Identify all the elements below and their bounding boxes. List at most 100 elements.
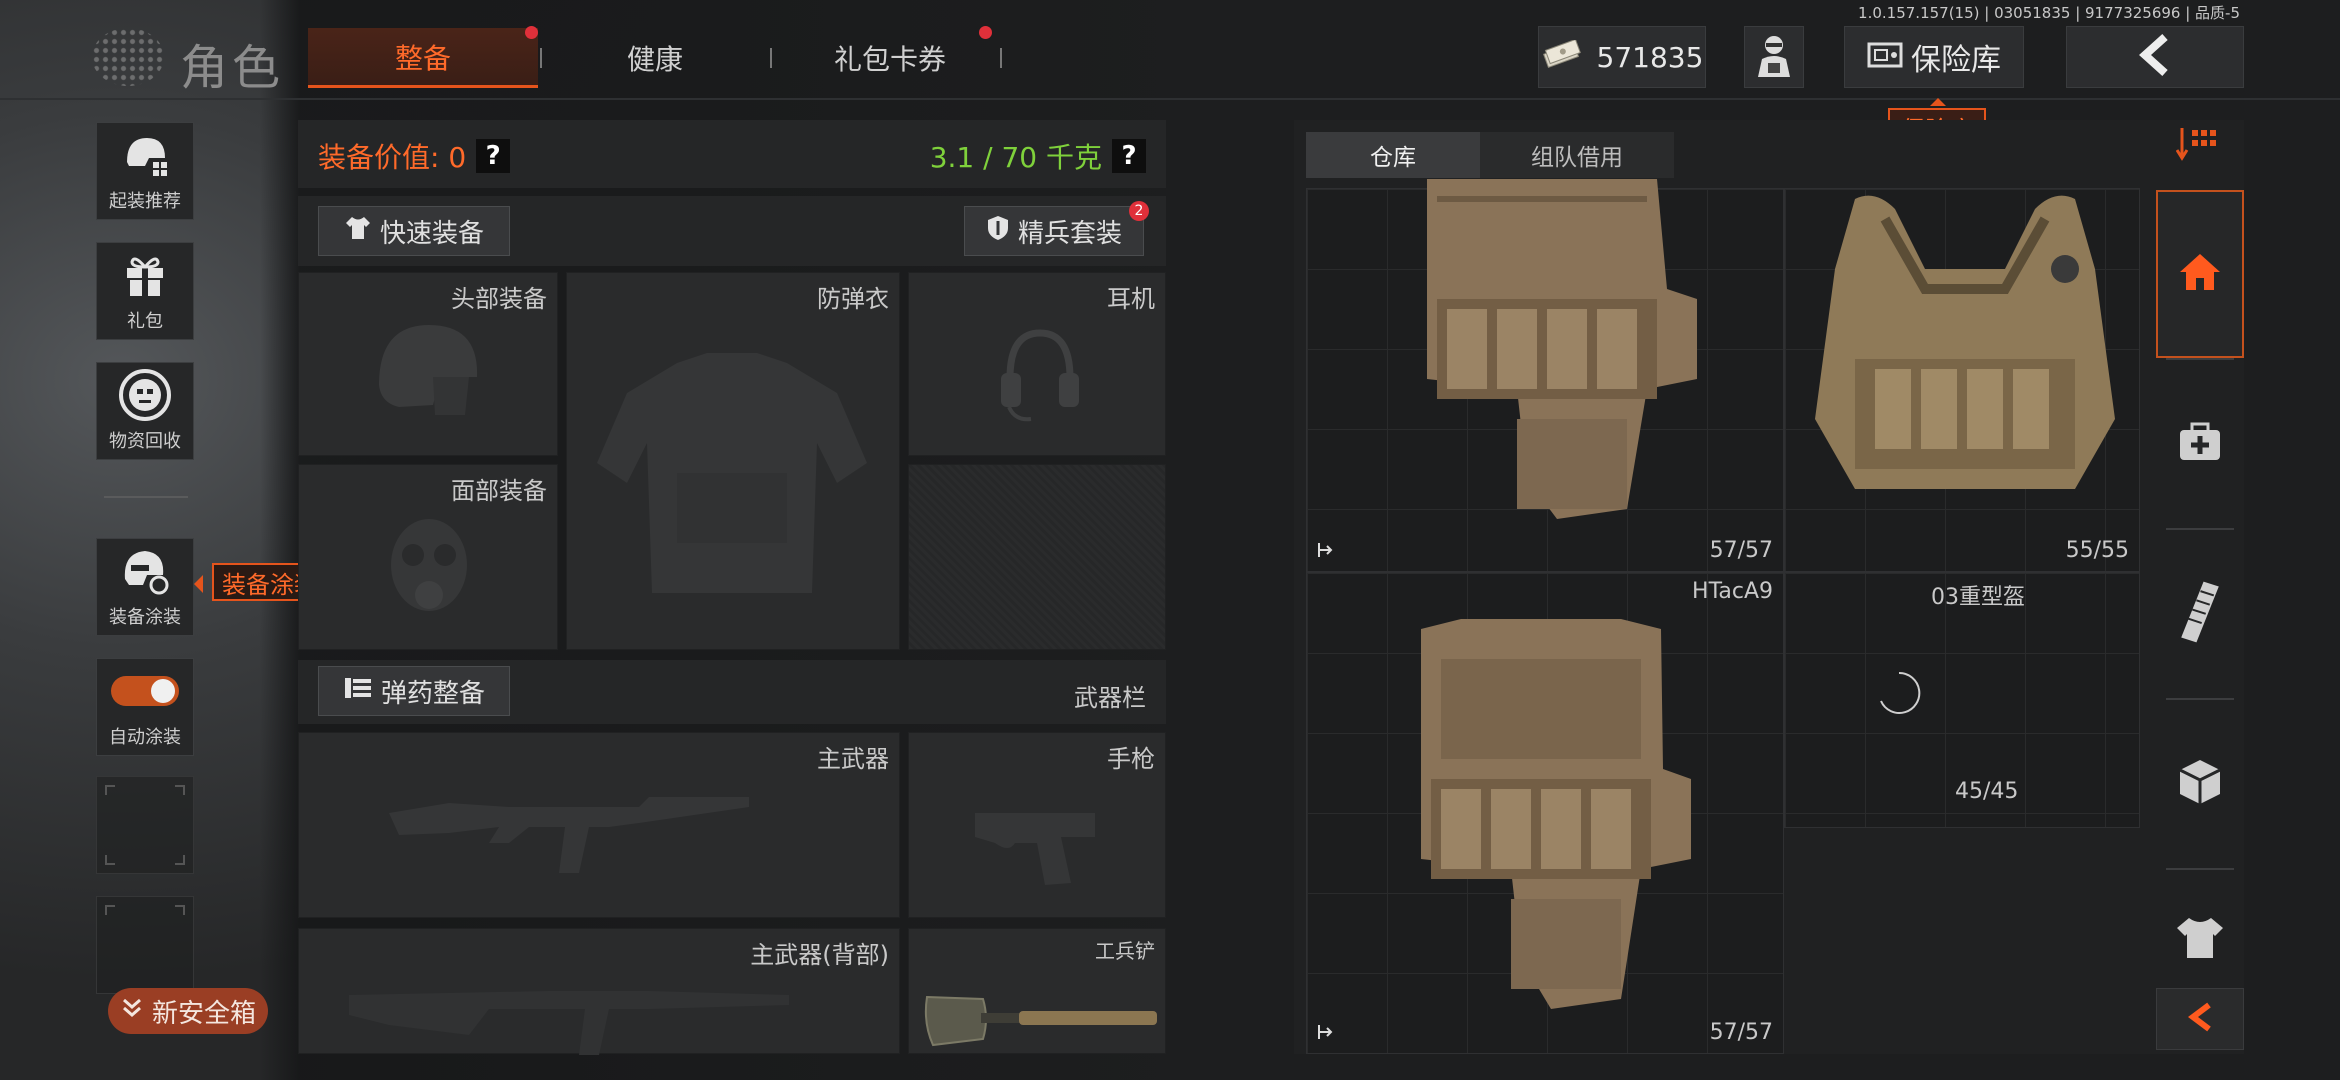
slot-label: 手枪 — [1107, 745, 1155, 773]
sidebar-item-recycle[interactable]: 物资回收 — [96, 362, 194, 460]
item-durability: 45/45 — [1955, 779, 2019, 804]
shield-icon — [986, 214, 1010, 249]
elite-kit-label: 精兵套装 — [1017, 218, 1122, 249]
equip-arrow-icon — [1317, 1023, 1335, 1045]
sidebar-item-gift[interactable]: 礼包 — [96, 242, 194, 340]
sidebar-item-label: 自动涂装 — [109, 727, 181, 748]
weight-display: 3.1 / 70 千克 ? — [930, 136, 1146, 176]
face-gear-slot[interactable]: 面部装备 — [298, 464, 558, 650]
sidebar-item-label: 礼包 — [127, 311, 163, 332]
sort-button[interactable] — [2156, 124, 2244, 168]
currency-amount: 571835 — [1596, 40, 1704, 74]
tab-team-borrow[interactable]: 组队借用 — [1480, 132, 1674, 178]
back-weapon-slot[interactable]: 主武器(背部) — [298, 928, 900, 1055]
tab-label: 仓库 — [1370, 145, 1416, 171]
storage-item[interactable]: 03重型盔 45/45 — [1784, 572, 2140, 828]
equipment-value-label: 装备价值: 0 — [318, 141, 467, 174]
pistol-silhouette-icon — [975, 793, 1105, 897]
back-arrow-icon — [2135, 33, 2175, 81]
armor-silhouette-icon — [597, 353, 867, 607]
smg-silhouette-icon — [349, 985, 809, 1059]
sidebar-empty-slot — [96, 896, 194, 994]
category-supplies[interactable] — [2156, 700, 2244, 868]
slot-label: 主武器 — [817, 745, 889, 773]
category-clothing[interactable] — [2156, 900, 2244, 980]
head-gear-slot[interactable]: 头部装备 — [298, 272, 558, 456]
gasmask-silhouette-icon — [379, 515, 479, 629]
sidebar-item-label: 起装推荐 — [109, 191, 181, 212]
tab-gift-coupons[interactable]: 礼包卡券 — [790, 26, 992, 88]
tshirt-icon — [344, 215, 372, 248]
character-logo-icon — [92, 28, 164, 86]
storage-item[interactable]: HTacA9 57/57 — [1306, 572, 1784, 1054]
chevron-left-icon — [2185, 1001, 2215, 1037]
quick-equip-button[interactable]: 快速装备 — [318, 206, 510, 256]
tshirt-icon — [2175, 916, 2225, 964]
collapse-button[interactable] — [2156, 988, 2244, 1050]
tab-equipment[interactable]: 整备 — [308, 26, 538, 88]
page-title: 角色 — [180, 40, 285, 96]
value-help-icon[interactable]: ? — [476, 139, 511, 173]
body-armor-slot[interactable]: 防弹衣 — [566, 272, 900, 650]
tab-label: 礼包卡券 — [833, 43, 946, 76]
plate-carrier-image — [1407, 179, 1697, 523]
version-text: 1.0.157.157(15) | 03051835 | 9177325696 … — [1858, 4, 2240, 22]
sidebar-item-auto-skin[interactable]: 自动涂装 — [96, 658, 194, 756]
slot-label: 工兵铲 — [1095, 939, 1155, 963]
weapon-bar-label: 武器栏 — [1074, 684, 1146, 712]
currency-display[interactable]: 571835 — [1538, 26, 1706, 88]
gift-icon — [122, 243, 168, 307]
tab-label: 整备 — [394, 41, 451, 75]
slot-label: 头部装备 — [451, 285, 547, 313]
helmet-silhouette-icon — [369, 315, 489, 429]
shovel-slot[interactable]: 工兵铲 — [908, 928, 1166, 1054]
item-durability: 57/57 — [1709, 538, 1773, 563]
elite-kit-badge: 2 — [1129, 201, 1149, 221]
pistol-slot[interactable]: 手枪 — [908, 732, 1166, 918]
vault-label: 保险库 — [1911, 43, 2001, 78]
tab-separator — [1000, 48, 1002, 68]
loadout-info-bar: 装备价值: 0 ? 3.1 / 70 千克 ? — [298, 120, 1166, 188]
tab-health[interactable]: 健康 — [560, 28, 750, 88]
cash-icon — [1541, 38, 1583, 74]
notification-dot — [525, 26, 538, 39]
quick-equip-label: 快速装备 — [379, 218, 484, 249]
primary-weapon-slot[interactable]: 主武器 — [298, 732, 900, 918]
new-safebox-button[interactable]: 新安全箱 — [108, 988, 268, 1034]
equip-arrow-icon — [1317, 541, 1335, 563]
sort-icon — [2175, 126, 2224, 166]
category-ammo[interactable] — [2156, 530, 2244, 698]
category-home[interactable] — [2156, 190, 2244, 358]
ammo-resupply-button[interactable]: 弹药整备 — [318, 666, 510, 716]
slot-label: 耳机 — [1107, 285, 1155, 313]
tab-label: 组队借用 — [1531, 145, 1623, 171]
tab-warehouse[interactable]: 仓库 — [1306, 132, 1480, 178]
back-button[interactable] — [2066, 26, 2244, 88]
magazine-icon — [2180, 580, 2220, 648]
headset-slot[interactable]: 耳机 — [908, 272, 1166, 456]
category-medical[interactable] — [2156, 360, 2244, 528]
recycle-icon — [117, 363, 173, 427]
storage-item[interactable]: 55/55 — [1784, 188, 2140, 572]
storage-item[interactable]: 57/57 — [1306, 179, 1784, 572]
sidebar-item-equipment-skin[interactable]: 装备涂装 — [96, 538, 194, 636]
elite-kit-button[interactable]: 精兵套装 2 — [964, 201, 1149, 256]
double-chevron-down-icon — [120, 996, 144, 1027]
locked-slot — [908, 464, 1166, 650]
ammo-icon — [343, 676, 373, 707]
vault-icon — [1867, 41, 1903, 73]
vault-button[interactable]: 保险库 — [1844, 26, 2024, 88]
profile-button[interactable] — [1744, 26, 1804, 88]
notification-dot — [979, 26, 992, 39]
sidebar-item-recommended[interactable]: 起装推荐 — [96, 122, 194, 220]
home-icon — [2178, 252, 2222, 296]
operator-icon — [1754, 33, 1794, 81]
equipment-value: 装备价值: 0 ? — [318, 136, 511, 176]
auto-skin-toggle[interactable] — [111, 676, 179, 706]
shovel-icon — [923, 989, 1163, 1053]
plate-carrier-image — [1401, 619, 1691, 1013]
item-name: 03重型盔 — [1931, 585, 2025, 610]
safebox-label: 新安全箱 — [151, 998, 256, 1029]
ammo-resupply-label: 弹药整备 — [380, 678, 485, 709]
weight-help-icon[interactable]: ? — [1112, 139, 1146, 173]
